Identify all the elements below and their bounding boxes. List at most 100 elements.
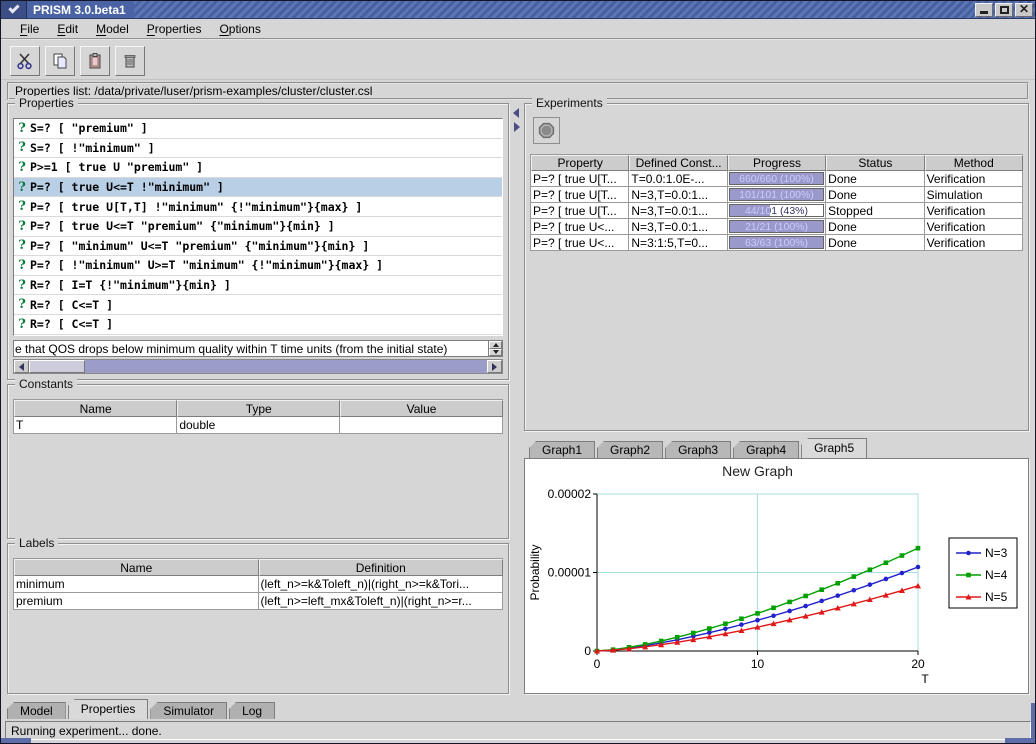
menu-file[interactable]: File xyxy=(11,20,48,38)
property-row[interactable]: ?P=? [ "minimum" U<=T "premium" {"minimu… xyxy=(14,237,502,257)
column-header-value[interactable]: Value xyxy=(340,400,503,417)
constants-group: Constants NameTypeValueTdouble xyxy=(7,384,509,539)
cell-status: Stopped xyxy=(826,203,924,219)
property-row[interactable]: ?R=? [ I=T {!"minimum"}{min} ] xyxy=(14,276,502,296)
tab-graph3[interactable]: Graph3 xyxy=(665,441,731,458)
scroll-up-button[interactable] xyxy=(489,341,502,349)
paste-button[interactable] xyxy=(80,46,110,76)
label-row[interactable]: premium(left_n>=left_mx&Toleft_n)|(right… xyxy=(14,593,503,610)
column-header-status[interactable]: Status xyxy=(826,155,924,171)
collapse-left-icon[interactable] xyxy=(513,108,519,118)
svg-text:0: 0 xyxy=(584,644,591,658)
column-header-property[interactable]: Property xyxy=(531,155,629,171)
tab-graph4[interactable]: Graph4 xyxy=(733,441,799,458)
cell: T xyxy=(14,417,177,434)
cell-status: Done xyxy=(826,235,924,251)
svg-text:N=3: N=3 xyxy=(985,546,1008,560)
experiment-row[interactable]: P=? [ true U<...N=3:1:5,T=0...63/63 (100… xyxy=(531,235,1023,251)
property-comment-field[interactable]: e that QOS drops below minimum quality w… xyxy=(13,340,503,357)
split-pane-divider[interactable] xyxy=(510,103,523,694)
title-bar[interactable]: PRISM 3.0.beta1 ✕ xyxy=(1,1,1035,19)
window-resize-edge[interactable] xyxy=(1031,703,1035,743)
window-title: PRISM 3.0.beta1 xyxy=(33,3,126,17)
column-header-definition[interactable]: Definition xyxy=(259,559,504,576)
experiment-row[interactable]: P=? [ true U<...N=3,T=0.0:1...21/21 (100… xyxy=(531,219,1023,235)
property-row[interactable]: ?P=? [ true U[T,T] !"minimum" {!"minimum… xyxy=(14,197,502,217)
menu-edit[interactable]: Edit xyxy=(48,20,87,38)
window-resize-corner-left[interactable] xyxy=(1,738,31,743)
svg-text:0.00002: 0.00002 xyxy=(548,487,592,501)
column-header-name[interactable]: Name xyxy=(14,400,177,417)
label-row[interactable]: minimum(left_n>=k&Toleft_n)|(right_n>=k&… xyxy=(14,576,503,593)
minimize-icon xyxy=(980,11,988,14)
property-row[interactable]: ?R=? [ C<=T ] xyxy=(14,315,502,335)
column-header-type[interactable]: Type xyxy=(177,400,340,417)
tab-properties[interactable]: Properties xyxy=(68,699,149,719)
cell: (left_n>=left_mx&Toleft_n)|(right_n>=r..… xyxy=(259,593,504,610)
close-button[interactable]: ✕ xyxy=(1015,3,1033,17)
copy-button[interactable] xyxy=(45,46,75,76)
cell-constants: N=3:1:5,T=0... xyxy=(629,235,727,251)
titlebar-stripes xyxy=(134,1,973,18)
properties-list-path: Properties list: /data/private/luser/pri… xyxy=(7,82,1029,100)
cell xyxy=(340,417,503,434)
tab-graph5[interactable]: Graph5 xyxy=(801,438,867,458)
column-header-method[interactable]: Method xyxy=(925,155,1023,171)
property-row[interactable]: ?S=? [ "premium" ] xyxy=(14,119,502,139)
experiments-group: Experiments PropertyDefined Const...Prog… xyxy=(524,103,1029,431)
tab-model[interactable]: Model xyxy=(7,702,66,719)
question-mark-icon: ? xyxy=(14,140,30,155)
question-mark-icon: ? xyxy=(14,219,30,234)
copy-icon xyxy=(51,52,69,70)
scrollbar-thumb[interactable] xyxy=(29,360,85,373)
svg-text:T: T xyxy=(921,672,929,686)
cell-property: P=? [ true U[T... xyxy=(531,187,629,203)
stop-experiment-button[interactable] xyxy=(533,117,560,144)
menu-model[interactable]: Model xyxy=(87,20,138,38)
scroll-left-button[interactable] xyxy=(14,360,29,373)
svg-text:0.00001: 0.00001 xyxy=(548,566,592,580)
arrow-up-icon xyxy=(493,343,499,347)
property-text: P=? [ true U<=T !"minimum" ] xyxy=(30,180,224,194)
comment-scrollbar-vertical[interactable] xyxy=(488,341,502,356)
cell-constants: N=3,T=0.0:1... xyxy=(629,187,727,203)
constant-row[interactable]: Tdouble xyxy=(14,417,503,434)
question-mark-icon: ? xyxy=(14,297,30,312)
scroll-down-button[interactable] xyxy=(489,349,502,357)
experiment-row[interactable]: P=? [ true U[T...N=3,T=0.0:1...44/101 (4… xyxy=(531,203,1023,219)
tab-simulator[interactable]: Simulator xyxy=(150,702,227,719)
column-header-progress[interactable]: Progress xyxy=(728,155,826,171)
menu-options[interactable]: Options xyxy=(210,20,269,38)
scrollbar-track[interactable] xyxy=(85,360,487,373)
experiment-row[interactable]: P=? [ true U[T...T=0.0:1.0E-...660/660 (… xyxy=(531,171,1023,187)
property-row[interactable]: ?P>=1 [ true U "premium" ] xyxy=(14,158,502,178)
collapse-right-icon[interactable] xyxy=(514,122,520,132)
property-text: P=? [ true U<=T "premium" {"minimum"}{mi… xyxy=(30,219,335,233)
tab-graph1[interactable]: Graph1 xyxy=(529,441,595,458)
property-text: S=? [ "premium" ] xyxy=(30,121,148,135)
tab-graph2[interactable]: Graph2 xyxy=(597,441,663,458)
delete-button[interactable] xyxy=(115,46,145,76)
menu-properties[interactable]: Properties xyxy=(138,20,211,38)
cut-button[interactable] xyxy=(10,46,40,76)
column-header-name[interactable]: Name xyxy=(14,559,259,576)
property-row[interactable]: ?P=? [ true U<=T !"minimum" ] xyxy=(14,178,502,198)
property-row[interactable]: ?S=? [ !"minimum" ] xyxy=(14,139,502,159)
maximize-button[interactable] xyxy=(995,3,1013,17)
cell-progress: 44/101 (43%)44/101 (43%) xyxy=(728,203,826,219)
property-row[interactable]: ?P=? [ !"minimum" U>=T "minimum" {!"mini… xyxy=(14,256,502,276)
comment-scrollbar-horizontal[interactable] xyxy=(13,359,503,374)
column-header-defined-const-[interactable]: Defined Const... xyxy=(629,155,727,171)
property-row[interactable]: ?P=? [ true U<=T "premium" {"minimum"}{m… xyxy=(14,217,502,237)
minimize-button[interactable] xyxy=(975,3,993,17)
window-menu-button[interactable] xyxy=(1,1,27,18)
tab-log[interactable]: Log xyxy=(229,702,275,719)
experiments-table: PropertyDefined Const...ProgressStatusMe… xyxy=(530,154,1023,251)
experiment-row[interactable]: P=? [ true U[T...N=3,T=0.0:1...101/101 (… xyxy=(531,187,1023,203)
cell-property: P=? [ true U<... xyxy=(531,235,629,251)
property-row[interactable]: ?R=? [ C<=T ] xyxy=(14,295,502,315)
property-text: S=? [ !"minimum" ] xyxy=(30,141,155,155)
question-mark-icon: ? xyxy=(14,160,30,175)
scroll-right-button[interactable] xyxy=(487,360,502,373)
svg-text:N=5: N=5 xyxy=(985,590,1008,604)
